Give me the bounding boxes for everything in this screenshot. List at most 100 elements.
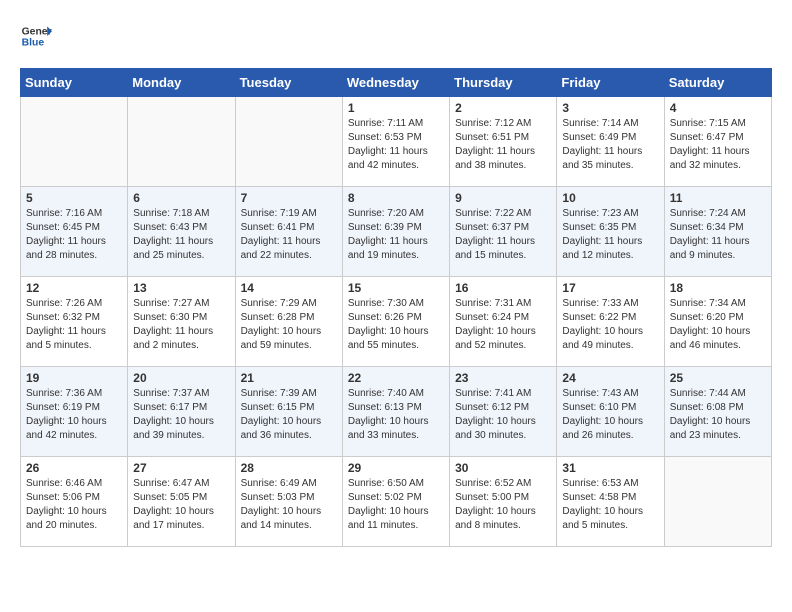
calendar-cell: 29Sunrise: 6:50 AMSunset: 5:02 PMDayligh… <box>342 457 449 547</box>
cell-text-line: Sunrise: 7:33 AM <box>562 297 658 311</box>
day-number: 4 <box>670 101 766 115</box>
cell-text-line: and 28 minutes. <box>26 249 122 263</box>
weekday-header-monday: Monday <box>128 69 235 97</box>
cell-text-line: Daylight: 10 hours <box>348 415 444 429</box>
calendar-cell: 21Sunrise: 7:39 AMSunset: 6:15 PMDayligh… <box>235 367 342 457</box>
cell-text-line: Daylight: 11 hours <box>133 235 229 249</box>
calendar-cell: 15Sunrise: 7:30 AMSunset: 6:26 PMDayligh… <box>342 277 449 367</box>
cell-text-line: Sunrise: 7:37 AM <box>133 387 229 401</box>
cell-text-line: Sunset: 6:53 PM <box>348 131 444 145</box>
calendar-cell: 2Sunrise: 7:12 AMSunset: 6:51 PMDaylight… <box>450 97 557 187</box>
cell-text-line: Sunset: 6:51 PM <box>455 131 551 145</box>
cell-text-line: Sunrise: 7:40 AM <box>348 387 444 401</box>
calendar-table: SundayMondayTuesdayWednesdayThursdayFrid… <box>20 68 772 547</box>
calendar-cell: 27Sunrise: 6:47 AMSunset: 5:05 PMDayligh… <box>128 457 235 547</box>
day-number: 9 <box>455 191 551 205</box>
cell-text-line: Daylight: 10 hours <box>670 415 766 429</box>
calendar-cell: 11Sunrise: 7:24 AMSunset: 6:34 PMDayligh… <box>664 187 771 277</box>
cell-text-line: and 11 minutes. <box>348 519 444 533</box>
day-number: 10 <box>562 191 658 205</box>
cell-text-line: Daylight: 11 hours <box>241 235 337 249</box>
calendar-cell: 19Sunrise: 7:36 AMSunset: 6:19 PMDayligh… <box>21 367 128 457</box>
cell-text-line: Sunrise: 7:29 AM <box>241 297 337 311</box>
cell-text-line: and 15 minutes. <box>455 249 551 263</box>
day-number: 18 <box>670 281 766 295</box>
cell-text-line: and 30 minutes. <box>455 429 551 443</box>
generalblue-logo-icon: General Blue <box>20 20 52 52</box>
day-number: 23 <box>455 371 551 385</box>
weekday-header-wednesday: Wednesday <box>342 69 449 97</box>
cell-text-line: Sunset: 6:34 PM <box>670 221 766 235</box>
cell-text-line: Daylight: 11 hours <box>562 235 658 249</box>
cell-text-line: and 35 minutes. <box>562 159 658 173</box>
day-number: 30 <box>455 461 551 475</box>
cell-text-line: Daylight: 11 hours <box>133 325 229 339</box>
cell-text-line: Sunrise: 7:41 AM <box>455 387 551 401</box>
cell-text-line: Sunset: 6:20 PM <box>670 311 766 325</box>
calendar-cell: 25Sunrise: 7:44 AMSunset: 6:08 PMDayligh… <box>664 367 771 457</box>
calendar-cell: 20Sunrise: 7:37 AMSunset: 6:17 PMDayligh… <box>128 367 235 457</box>
cell-text-line: Sunset: 6:32 PM <box>26 311 122 325</box>
cell-text-line: Daylight: 10 hours <box>455 325 551 339</box>
svg-text:Blue: Blue <box>22 38 45 49</box>
cell-text-line: Sunset: 5:03 PM <box>241 491 337 505</box>
cell-text-line: and 9 minutes. <box>670 249 766 263</box>
cell-text-line: and 5 minutes. <box>562 519 658 533</box>
cell-text-line: Daylight: 10 hours <box>133 505 229 519</box>
calendar-cell: 18Sunrise: 7:34 AMSunset: 6:20 PMDayligh… <box>664 277 771 367</box>
cell-text-line: Sunset: 6:13 PM <box>348 401 444 415</box>
cell-text-line: Daylight: 10 hours <box>348 325 444 339</box>
cell-text-line: and 20 minutes. <box>26 519 122 533</box>
calendar-cell: 14Sunrise: 7:29 AMSunset: 6:28 PMDayligh… <box>235 277 342 367</box>
day-number: 21 <box>241 371 337 385</box>
cell-text-line: Sunset: 5:06 PM <box>26 491 122 505</box>
calendar-cell: 16Sunrise: 7:31 AMSunset: 6:24 PMDayligh… <box>450 277 557 367</box>
cell-text-line: Daylight: 11 hours <box>670 235 766 249</box>
cell-text-line: Daylight: 10 hours <box>241 505 337 519</box>
cell-text-line: Daylight: 10 hours <box>348 505 444 519</box>
calendar-cell: 31Sunrise: 6:53 AMSunset: 4:58 PMDayligh… <box>557 457 664 547</box>
calendar-cell: 4Sunrise: 7:15 AMSunset: 6:47 PMDaylight… <box>664 97 771 187</box>
cell-text-line: Sunrise: 7:11 AM <box>348 117 444 131</box>
day-number: 1 <box>348 101 444 115</box>
day-number: 7 <box>241 191 337 205</box>
cell-text-line: Daylight: 10 hours <box>26 505 122 519</box>
cell-text-line: and 42 minutes. <box>348 159 444 173</box>
cell-text-line: Sunrise: 7:36 AM <box>26 387 122 401</box>
cell-text-line: Sunset: 6:47 PM <box>670 131 766 145</box>
cell-text-line: Sunrise: 7:23 AM <box>562 207 658 221</box>
day-number: 19 <box>26 371 122 385</box>
cell-text-line: Sunset: 5:02 PM <box>348 491 444 505</box>
cell-text-line: Sunrise: 7:22 AM <box>455 207 551 221</box>
weekday-header-sunday: Sunday <box>21 69 128 97</box>
weekday-header-tuesday: Tuesday <box>235 69 342 97</box>
cell-text-line: Sunset: 6:22 PM <box>562 311 658 325</box>
cell-text-line: and 5 minutes. <box>26 339 122 353</box>
cell-text-line: Sunset: 6:43 PM <box>133 221 229 235</box>
cell-text-line: Sunset: 6:30 PM <box>133 311 229 325</box>
calendar-cell: 5Sunrise: 7:16 AMSunset: 6:45 PMDaylight… <box>21 187 128 277</box>
cell-text-line: Daylight: 10 hours <box>670 325 766 339</box>
calendar-cell <box>664 457 771 547</box>
day-number: 5 <box>26 191 122 205</box>
calendar-cell: 28Sunrise: 6:49 AMSunset: 5:03 PMDayligh… <box>235 457 342 547</box>
cell-text-line: Daylight: 10 hours <box>562 505 658 519</box>
cell-text-line: Sunset: 6:49 PM <box>562 131 658 145</box>
week-row-1: 1 Sunrise: 7:11 AMSunset: 6:53 PM Daylight… <box>21 97 772 187</box>
cell-text-line: and 23 minutes. <box>670 429 766 443</box>
cell-text-line: and 33 minutes. <box>348 429 444 443</box>
day-number: 24 <box>562 371 658 385</box>
cell-text-line: and 38 minutes. <box>455 159 551 173</box>
cell-text-line: and 32 minutes. <box>670 159 766 173</box>
cell-text-line: Sunset: 6:45 PM <box>26 221 122 235</box>
day-number: 14 <box>241 281 337 295</box>
cell-text-line: Sunrise: 6:52 AM <box>455 477 551 491</box>
cell-text-line: Sunset: 6:28 PM <box>241 311 337 325</box>
cell-text-line: Daylight: 11 hours <box>670 145 766 159</box>
cell-text-line: Sunset: 6:08 PM <box>670 401 766 415</box>
day-number: 12 <box>26 281 122 295</box>
cell-text-line: Sunrise: 7:24 AM <box>670 207 766 221</box>
cell-text-line: Daylight: 10 hours <box>241 415 337 429</box>
cell-text-line: Sunset: 6:19 PM <box>26 401 122 415</box>
cell-text-line: Daylight: 11 hours <box>26 235 122 249</box>
